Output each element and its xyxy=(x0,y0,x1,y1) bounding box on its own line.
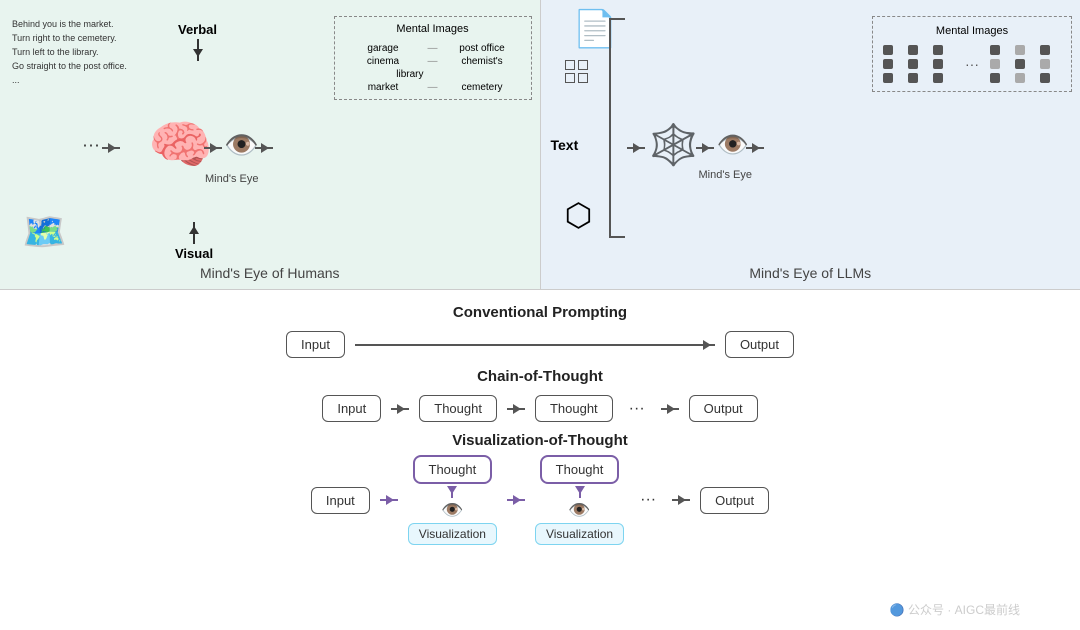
arrow-text-brain xyxy=(627,147,645,149)
vot-thought1: Thought xyxy=(413,455,493,484)
llms-panel-title: Mind's Eye of LLMs xyxy=(749,265,871,281)
cot-thought2: Thought xyxy=(535,395,613,422)
bottom-section: Conventional Prompting Input Output Chai… xyxy=(0,290,1080,559)
cot-input: Input xyxy=(322,395,381,422)
cot-arrow1 xyxy=(391,408,409,410)
vot-arrow2 xyxy=(507,499,525,501)
conventional-arrow xyxy=(355,344,715,346)
cot-output: Output xyxy=(689,395,758,422)
watermark: 🔵 公众号 · AIGC最前线 xyxy=(890,601,1020,618)
chemists: chemist's xyxy=(442,56,523,67)
library: library xyxy=(396,69,423,80)
grid-icon xyxy=(565,60,588,83)
arrow-to-brain xyxy=(102,147,120,149)
llm-minds-eye-label: Mind's Eye xyxy=(699,169,752,181)
top-section: Behind you is the market. Turn right to … xyxy=(0,0,1080,290)
conventional-input: Input xyxy=(286,331,345,358)
vot-input: Input xyxy=(311,487,370,514)
cot-title: Chain-of-Thought xyxy=(477,368,603,385)
vot-down-arrow1 xyxy=(451,486,453,498)
vot-arrow3 xyxy=(672,499,690,501)
post-office: post office xyxy=(442,43,523,54)
cot-dots: ··· xyxy=(629,400,645,418)
vot-down-arrow2 xyxy=(579,486,581,498)
conventional-output: Output xyxy=(725,331,794,358)
llm-arrow-eye-mental xyxy=(746,147,764,149)
map-icon: 🗺️ xyxy=(22,211,67,253)
vot-output: Output xyxy=(700,487,769,514)
llm-mental-images-box: Mental Images ··· xyxy=(872,16,1072,92)
garage: garage xyxy=(343,43,424,54)
vot-arrow1 xyxy=(380,499,398,501)
humans-panel: Behind you is the market. Turn right to … xyxy=(0,0,541,289)
llm-mental-images-title: Mental Images xyxy=(883,25,1061,37)
ai-brain-icon: 🕸️ xyxy=(649,121,699,168)
cemetery: cemetery xyxy=(442,82,523,93)
cot-thought1: Thought xyxy=(419,395,497,422)
vot-viz2: Visualization xyxy=(535,523,624,545)
bracket-left xyxy=(609,18,625,238)
conventional-section: Conventional Prompting Input Output xyxy=(40,304,1040,358)
mental-images-title: Mental Images xyxy=(343,23,523,35)
conventional-title: Conventional Prompting xyxy=(453,304,627,321)
vot-dots: ··· xyxy=(640,491,656,509)
cinema: cinema xyxy=(343,56,424,67)
vot-eye2: 👁️ xyxy=(568,500,590,521)
vot-title: Visualization-of-Thought xyxy=(452,432,628,449)
humans-panel-title: Mind's Eye of Humans xyxy=(200,265,340,281)
llm-eye-icon: 👁️ xyxy=(717,129,749,160)
instructions-text: Behind you is the market. Turn right to … xyxy=(12,18,127,88)
text-label: Text xyxy=(551,137,579,153)
visual-section: Visual xyxy=(175,222,213,261)
cot-arrow2 xyxy=(507,408,525,410)
conventional-flow: Input Output xyxy=(286,331,794,358)
market: market xyxy=(343,82,424,93)
eye-icon: 👁️ xyxy=(224,128,259,161)
vot-eye1: 👁️ xyxy=(441,500,463,521)
vot-thought2: Thought xyxy=(540,455,620,484)
arrow-brain-eye xyxy=(204,147,222,149)
cot-arrow3 xyxy=(661,408,679,410)
visual-label: Visual xyxy=(175,246,213,261)
arrow-eye-mental xyxy=(255,147,273,149)
vot-viz1: Visualization xyxy=(408,523,497,545)
vot-col1: Thought 👁️ Visualization xyxy=(408,455,497,545)
minds-eye-label: Mind's Eye xyxy=(205,173,258,185)
llm-arrow-brain-eye xyxy=(696,147,714,149)
cot-section: Chain-of-Thought Input Thought Thought ·… xyxy=(40,368,1040,422)
vot-flow-outer: Input Thought 👁️ Visualization Thought 👁… xyxy=(311,455,769,545)
left-dots: ··· xyxy=(82,134,100,155)
verbal-label: Verbal xyxy=(178,22,217,37)
cot-flow: Input Thought Thought ··· Output xyxy=(322,395,757,422)
llms-panel: 📄 ⬡ Text 🕸️ 👁️ Mind's Eye xyxy=(541,0,1080,289)
vot-section: Visualization-of-Thought Input Thought 👁… xyxy=(40,432,1040,545)
mental-images-box: Mental Images garage — post office cinem… xyxy=(334,16,532,100)
vot-col2: Thought 👁️ Visualization xyxy=(535,455,624,545)
verbal-section: Verbal xyxy=(178,22,217,61)
cube-icon: ⬡ xyxy=(565,196,593,234)
